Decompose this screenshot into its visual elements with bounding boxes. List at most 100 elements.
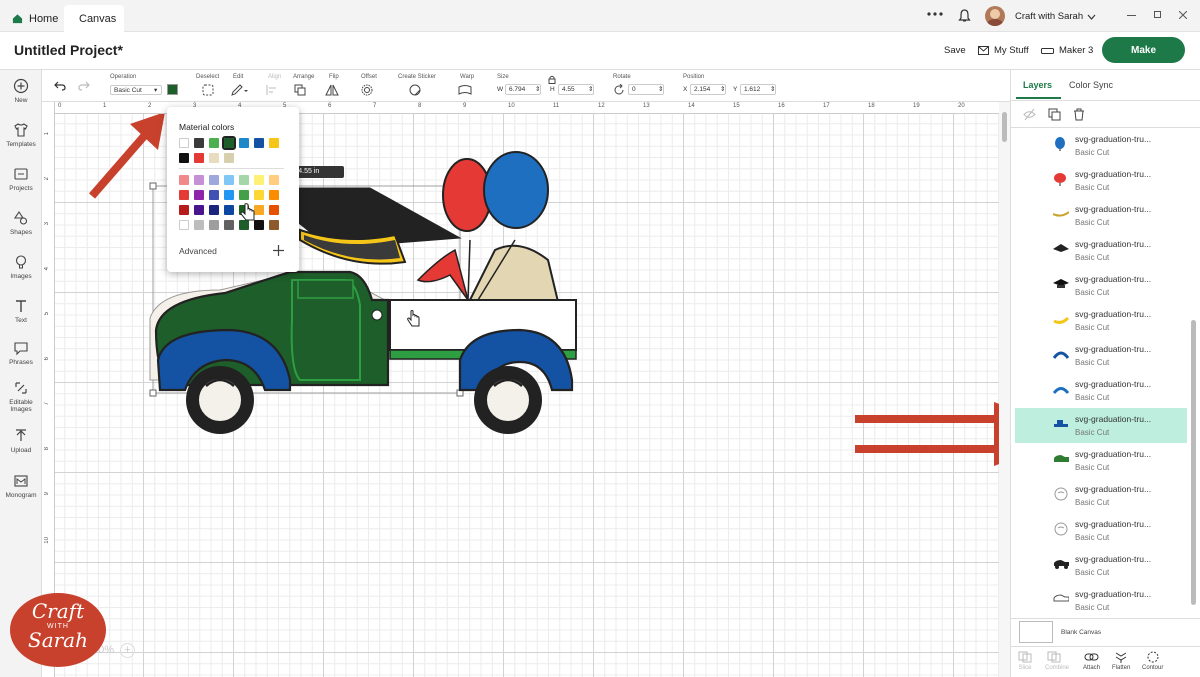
layer-item[interactable]: svg-graduation-tru... Basic Cut: [1015, 513, 1187, 548]
color-swatch[interactable]: [209, 175, 219, 185]
tab-canvas[interactable]: Canvas: [64, 5, 124, 32]
color-swatch[interactable]: [224, 205, 234, 215]
layer-item[interactable]: svg-graduation-tru... Basic Cut: [1015, 408, 1187, 443]
tab-home[interactable]: Home: [2, 5, 68, 32]
project-title[interactable]: Untitled Project*: [14, 42, 123, 58]
tab-color-sync[interactable]: Color Sync: [1069, 80, 1113, 90]
deselect-icon[interactable]: [202, 84, 214, 96]
sticker-icon[interactable]: [409, 84, 427, 96]
color-swatch[interactable]: [194, 190, 204, 200]
color-swatch[interactable]: [194, 220, 204, 230]
layer-item[interactable]: svg-graduation-tru... Basic Cut: [1015, 548, 1187, 583]
layer-item[interactable]: svg-graduation-tru... Basic Cut: [1015, 373, 1187, 408]
more-dots-icon[interactable]: [927, 11, 943, 17]
color-swatch[interactable]: [179, 153, 189, 163]
color-swatch[interactable]: [179, 220, 189, 230]
tab-layers[interactable]: Layers: [1023, 80, 1052, 90]
sidebar-item-images[interactable]: Images: [0, 254, 42, 280]
zoom-in-button[interactable]: +: [120, 643, 135, 658]
height-input[interactable]: 4.55 ⇕: [558, 84, 594, 95]
layer-item[interactable]: svg-graduation-tru... Basic Cut: [1015, 233, 1187, 268]
color-swatch[interactable]: [224, 220, 234, 230]
color-swatch[interactable]: [179, 138, 189, 148]
color-swatch[interactable]: [209, 153, 219, 163]
layer-item[interactable]: svg-graduation-tru... Basic Cut: [1015, 198, 1187, 233]
lock-icon[interactable]: [548, 75, 556, 84]
sidebar-item-monogram[interactable]: Monogram: [0, 473, 42, 499]
stepper-icon[interactable]: ⇕: [770, 85, 775, 93]
layer-item[interactable]: svg-graduation-tru... Basic Cut: [1015, 583, 1187, 618]
my-stuff-button[interactable]: My Stuff: [978, 45, 1029, 56]
sidebar-item-new[interactable]: New: [0, 78, 42, 104]
color-swatch[interactable]: [194, 153, 204, 163]
hide-icon[interactable]: [1023, 108, 1036, 121]
color-swatch[interactable]: [209, 220, 219, 230]
color-swatch[interactable]: [254, 138, 264, 148]
layer-item[interactable]: svg-graduation-tru... Basic Cut: [1015, 163, 1187, 198]
layer-item[interactable]: svg-graduation-tru... Basic Cut: [1015, 443, 1187, 478]
color-swatch[interactable]: [269, 205, 279, 215]
color-swatch[interactable]: [179, 190, 189, 200]
material-color-swatch[interactable]: [167, 84, 178, 95]
stepper-icon[interactable]: ⇕: [658, 85, 663, 93]
canvas-scrollbar[interactable]: [999, 102, 1010, 677]
width-input[interactable]: 6.794 ⇕: [505, 84, 541, 95]
color-swatch[interactable]: [224, 175, 234, 185]
duplicate-icon[interactable]: [1048, 108, 1061, 121]
trash-icon[interactable]: [1073, 108, 1085, 121]
avatar[interactable]: [985, 6, 1005, 26]
rotate-icon[interactable]: [613, 84, 625, 96]
make-button[interactable]: Make: [1102, 37, 1185, 63]
x-position-input[interactable]: 2.154 ⇕: [690, 84, 726, 95]
sidebar-item-shapes[interactable]: Shapes: [0, 210, 42, 236]
plus-icon[interactable]: [273, 245, 284, 256]
maximize-icon[interactable]: [1154, 11, 1161, 18]
color-swatch[interactable]: [179, 175, 189, 185]
flip-icon[interactable]: [325, 84, 343, 96]
rotate-input[interactable]: 0 ⇕: [628, 84, 664, 95]
color-swatch[interactable]: [269, 138, 279, 148]
layer-item[interactable]: svg-graduation-tru... Basic Cut: [1015, 128, 1187, 163]
layer-item[interactable]: svg-graduation-tru... Basic Cut: [1015, 338, 1187, 373]
advanced-link[interactable]: Advanced: [179, 246, 217, 256]
color-swatch[interactable]: [239, 138, 249, 148]
color-swatch[interactable]: [209, 205, 219, 215]
color-swatch[interactable]: [179, 205, 189, 215]
y-position-input[interactable]: 1.612 ⇕: [740, 84, 776, 95]
color-swatch[interactable]: [224, 153, 234, 163]
close-icon[interactable]: [1179, 11, 1187, 19]
color-swatch[interactable]: [194, 175, 204, 185]
align-icon[interactable]: [266, 84, 284, 96]
color-swatch[interactable]: [222, 136, 236, 150]
slice-button[interactable]: Slice: [1018, 651, 1032, 671]
sidebar-item-editable-images[interactable]: Editable Images: [0, 380, 42, 413]
color-swatch[interactable]: [194, 205, 204, 215]
sidebar-item-phrases[interactable]: Phrases: [0, 340, 42, 366]
flatten-button[interactable]: Flatten: [1112, 651, 1130, 671]
color-swatch[interactable]: [194, 138, 204, 148]
color-swatch[interactable]: [269, 220, 279, 230]
blank-canvas-swatch[interactable]: [1019, 621, 1053, 643]
minimize-icon[interactable]: [1127, 15, 1136, 16]
machine-button[interactable]: Maker 3: [1041, 45, 1093, 56]
layer-item[interactable]: svg-graduation-tru... Basic Cut: [1015, 303, 1187, 338]
sidebar-item-templates[interactable]: Templates: [0, 122, 42, 148]
sidebar-item-projects[interactable]: Projects: [0, 166, 42, 192]
bell-icon[interactable]: [958, 9, 971, 23]
color-swatch[interactable]: [269, 190, 279, 200]
arrange-icon[interactable]: [294, 84, 312, 96]
layer-item[interactable]: svg-graduation-tru... Basic Cut: [1015, 478, 1187, 513]
color-swatch[interactable]: [224, 190, 234, 200]
stepper-icon[interactable]: ⇕: [588, 85, 593, 93]
contour-button[interactable]: Contour: [1142, 651, 1163, 671]
color-swatch[interactable]: [209, 138, 219, 148]
attach-button[interactable]: Attach: [1083, 651, 1100, 671]
account-menu[interactable]: Craft with Sarah: [1015, 11, 1096, 22]
color-swatch[interactable]: [254, 190, 264, 200]
warp-icon[interactable]: [458, 84, 478, 96]
color-swatch[interactable]: [269, 175, 279, 185]
sidebar-item-text[interactable]: Text: [0, 298, 42, 324]
operation-select[interactable]: Basic Cut ▾: [110, 85, 162, 95]
color-swatch[interactable]: [209, 190, 219, 200]
sidebar-item-upload[interactable]: Upload: [0, 428, 42, 454]
